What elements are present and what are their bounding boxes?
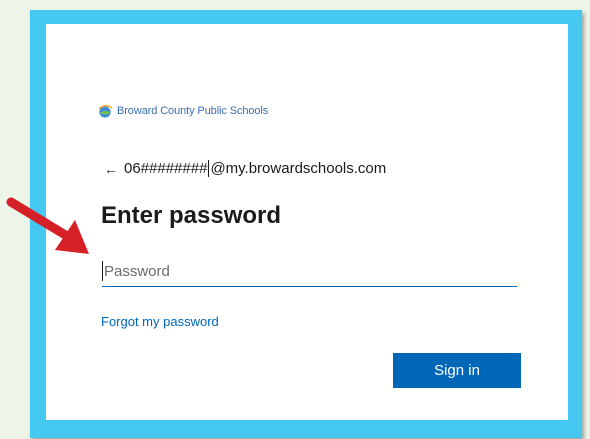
password-field-wrapper bbox=[102, 256, 517, 287]
password-input[interactable] bbox=[102, 256, 517, 286]
forgot-password-link[interactable]: Forgot my password bbox=[101, 314, 219, 329]
sign-in-card: Broward County Public Schools ← 06######… bbox=[46, 24, 568, 420]
username-prefix: 06######## bbox=[124, 160, 208, 177]
username-domain: @my.browardschools.com bbox=[210, 160, 387, 177]
broward-logo: Broward County Public Schools bbox=[97, 104, 268, 118]
red-pointer-arrow-icon bbox=[6, 197, 89, 254]
input-caret bbox=[102, 261, 103, 281]
logo-text: Broward County Public Schools bbox=[117, 105, 269, 117]
identity-row: ← 06######## @my.browardschools.com bbox=[104, 160, 386, 177]
sign-in-button[interactable]: Sign in bbox=[393, 353, 521, 388]
back-arrow-icon[interactable]: ← bbox=[104, 161, 118, 177]
broward-globe-icon bbox=[98, 104, 113, 118]
page-title: Enter password bbox=[101, 202, 282, 229]
screenshot-frame: Broward County Public Schools ← 06######… bbox=[30, 10, 582, 438]
text-cursor bbox=[208, 160, 210, 177]
